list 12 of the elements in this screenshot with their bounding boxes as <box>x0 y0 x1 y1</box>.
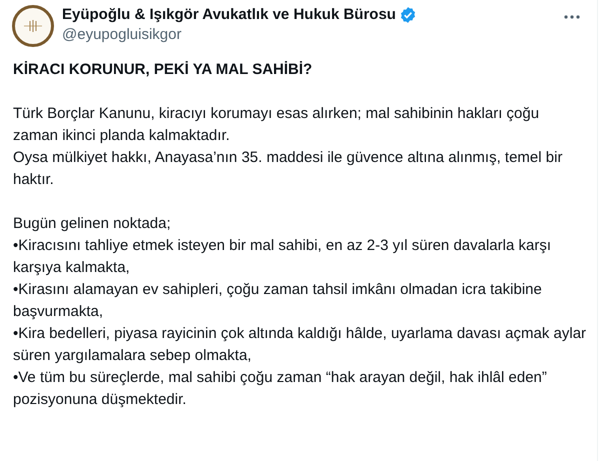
author-handle[interactable]: @eyupogluisikgor <box>62 25 563 45</box>
post-paragraph: Oysa mülkiyet hakkı, Anayasa’nın 35. maddesi ile güvence altına alınmış, temel bir haktır. <box>13 148 564 190</box>
post-paragraph: •Ve tüm bu süreçlerde, mal sahibi çoğu zaman “hak arayan değil, hak ihlâl eden” pozisyonuna düşmektedir. <box>13 368 548 410</box>
post-paragraph: Türk Borçlar Kanunu, kiracıyı korumayı esas alırken; mal sahibinin hakları çoğu zaman ikinci planda kalmaktadır. <box>13 104 540 146</box>
post-paragraph: •Kirasını alamayan ev sahipleri, çoğu zaman tahsil imkânı olmadan icra takibine başvurmakta, <box>13 280 543 322</box>
avatar-icon[interactable] <box>12 5 54 47</box>
post-title: KİRACI KORUNUR, PEKİ YA MAL SAHİBİ? <box>13 60 314 80</box>
author-name[interactable]: Eyüpoğlu & Işıkgör Avukatlık ve Hukuk Bürosu <box>62 5 396 25</box>
post-paragraph: •Kiracısını tahliye etmek isteyen bir mal sahibi, en az 2-3 yıl süren davalarla karşı karşıya kalmakta, <box>13 236 552 278</box>
post-paragraph: Bugün gelinen noktada; <box>13 214 172 234</box>
more-icon[interactable] <box>563 14 581 20</box>
post-paragraph: •Kira bedelleri, piyasa rayicinin çok altında kaldığı hâlde, uyarlama davası açmak aylar süren yargılamalara sebep olmakta, <box>13 324 587 366</box>
